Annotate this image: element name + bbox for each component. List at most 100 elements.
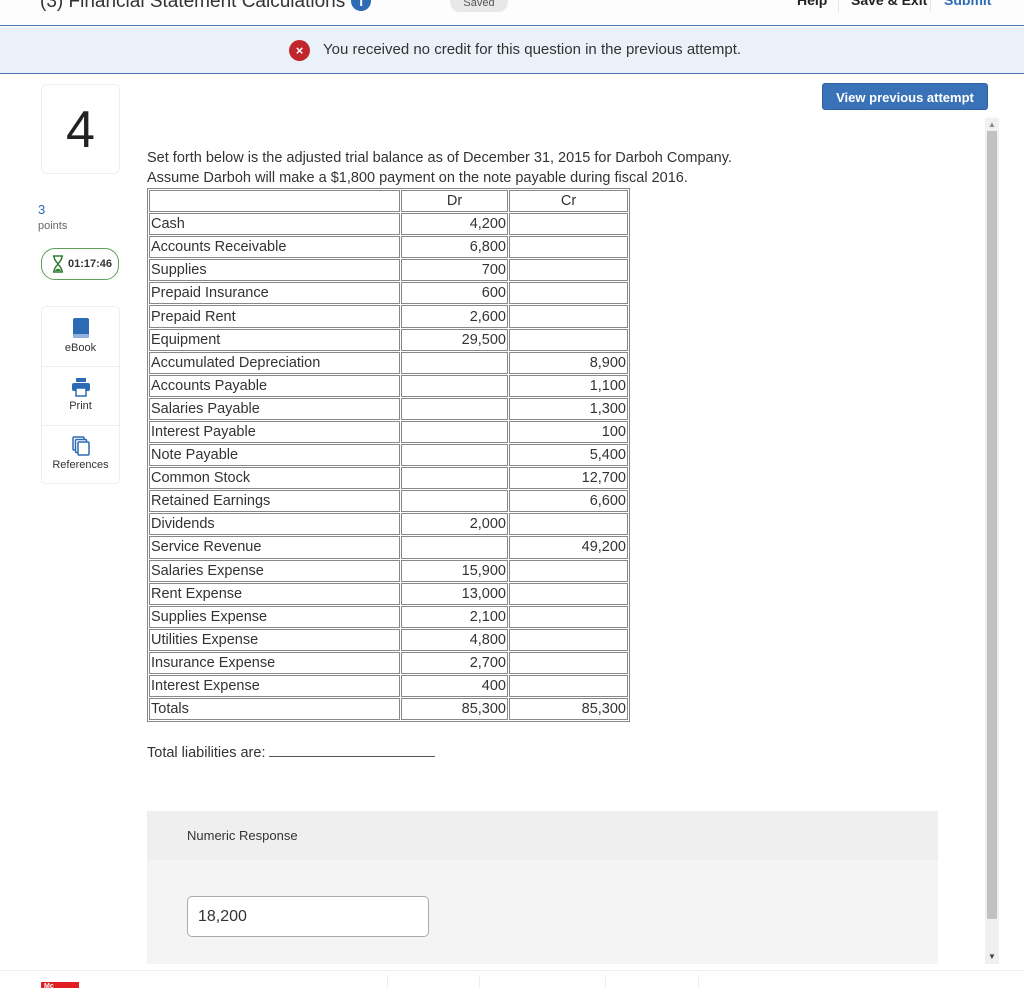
print-button[interactable]: Print <box>42 366 119 424</box>
references-label: References <box>52 459 109 471</box>
submit-button[interactable]: Submit <box>944 0 991 8</box>
credit-cell <box>509 651 628 674</box>
credit-cell <box>509 628 628 651</box>
account-cell: Accounts Receivable <box>149 236 400 259</box>
saved-status-badge: Saved <box>450 0 508 12</box>
answer-blank <box>269 743 436 757</box>
table-row: Dividends 2,000 <box>149 513 628 536</box>
debit-cell: 85,300 <box>401 698 508 721</box>
credit-cell: 8,900 <box>509 351 628 374</box>
account-cell: Supplies Expense <box>149 605 400 628</box>
table-row: Interest Expense 400 <box>149 674 628 698</box>
credit-cell <box>509 605 628 628</box>
account-cell: Insurance Expense <box>149 651 400 674</box>
account-cell: Prepaid Rent <box>149 305 400 328</box>
bottom-bar: Mc <box>0 970 1024 988</box>
credit-cell: 5,400 <box>509 444 628 467</box>
question-intro: Set forth below is the adjusted trial ba… <box>147 148 732 188</box>
account-cell: Note Payable <box>149 444 400 467</box>
credit-cell <box>509 236 628 259</box>
account-cell: Supplies <box>149 259 400 282</box>
save-exit-button[interactable]: Save & Exit <box>851 0 927 8</box>
debit-cell <box>401 420 508 444</box>
credit-cell <box>509 282 628 305</box>
account-cell: Salaries Expense <box>149 559 400 582</box>
trial-balance-table: Dr Cr Cash 4,200 Accounts Receivable 6,800 S… <box>147 188 630 723</box>
account-cell: Totals <box>149 698 400 721</box>
debit-cell: 15,900 <box>401 559 508 582</box>
credit-cell: 1,300 <box>509 397 628 420</box>
credit-cell <box>509 582 628 605</box>
account-cell: Accounts Payable <box>149 374 400 397</box>
table-row: Insurance Expense 2,700 <box>149 651 628 674</box>
scrollbar[interactable]: ▲ ▼ <box>985 118 999 964</box>
debit-cell: 29,500 <box>401 328 508 351</box>
info-icon[interactable]: i <box>351 0 372 11</box>
credit-cell <box>509 559 628 582</box>
debit-cell: 13,000 <box>401 582 508 605</box>
credit-cell <box>509 513 628 536</box>
help-button[interactable]: Help <box>797 0 827 8</box>
header-divider <box>838 0 839 12</box>
previous-attempt-alert: × You received no credit for this questi… <box>0 27 1024 74</box>
footer-divider <box>698 975 699 988</box>
numeric-response-input[interactable]: 18,200 <box>187 896 429 937</box>
debit-cell <box>401 374 508 397</box>
scroll-down-arrow-icon[interactable]: ▼ <box>985 950 999 964</box>
debit-cell <box>401 397 508 420</box>
footer-divider <box>479 975 480 988</box>
credit-cell <box>509 328 628 351</box>
scroll-up-arrow-icon[interactable]: ▲ <box>985 118 999 132</box>
header-divider <box>930 0 931 12</box>
table-row: Accounts Receivable 6,800 <box>149 236 628 259</box>
ebook-button[interactable]: eBook <box>42 307 119 365</box>
table-row: Salaries Payable 1,300 <box>149 397 628 420</box>
debit-cell: 4,200 <box>401 213 508 236</box>
response-area: 18,200 <box>147 860 938 964</box>
account-cell: Retained Earnings <box>149 490 400 513</box>
debit-cell <box>401 351 508 374</box>
credit-cell: 49,200 <box>509 536 628 559</box>
debit-cell: 700 <box>401 259 508 282</box>
account-cell: Interest Payable <box>149 420 400 444</box>
debit-cell: 2,000 <box>401 513 508 536</box>
account-cell: Interest Expense <box>149 674 400 698</box>
printer-icon <box>71 378 90 397</box>
book-icon <box>72 318 89 338</box>
debit-cell <box>401 467 508 490</box>
table-row: Service Revenue 49,200 <box>149 536 628 559</box>
print-label: Print <box>69 400 92 412</box>
view-previous-attempt-button[interactable]: View previous attempt <box>822 83 988 110</box>
prompt-text: Total liabilities are: <box>147 745 266 761</box>
table-row: Common Stock 12,700 <box>149 467 628 490</box>
question-number: 4 <box>41 84 120 174</box>
credit-cell: 12,700 <box>509 467 628 490</box>
header-dr: Dr <box>401 190 508 213</box>
scroll-thumb[interactable] <box>987 131 997 919</box>
hourglass-icon <box>53 255 63 273</box>
table-row: Equipment 29,500 <box>149 328 628 351</box>
timer-value: 01:17:46 <box>68 258 113 270</box>
account-cell: Cash <box>149 213 400 236</box>
table-row: Supplies Expense 2,100 <box>149 605 628 628</box>
footer-divider <box>605 975 606 988</box>
credit-cell: 1,100 <box>509 374 628 397</box>
account-cell: Prepaid Insurance <box>149 282 400 305</box>
debit-cell <box>401 444 508 467</box>
debit-cell: 400 <box>401 674 508 698</box>
table-row: Accumulated Depreciation 8,900 <box>149 351 628 374</box>
account-cell: Utilities Expense <box>149 628 400 651</box>
credit-cell <box>509 674 628 698</box>
table-row: Prepaid Insurance 600 <box>149 282 628 305</box>
account-cell: Dividends <box>149 513 400 536</box>
timer[interactable]: 01:17:46 <box>41 248 119 280</box>
brand-logo: Mc <box>41 982 79 988</box>
references-button[interactable]: References <box>42 425 119 483</box>
account-cell: Rent Expense <box>149 582 400 605</box>
table-row: Salaries Expense 15,900 <box>149 559 628 582</box>
footer-divider <box>387 975 388 988</box>
debit-cell: 2,600 <box>401 305 508 328</box>
table-row: Prepaid Rent 2,600 <box>149 305 628 328</box>
alert-message: You received no credit for this question… <box>323 41 742 58</box>
intro-line-2: Assume Darboh will make a $1,800 payment… <box>147 170 688 186</box>
